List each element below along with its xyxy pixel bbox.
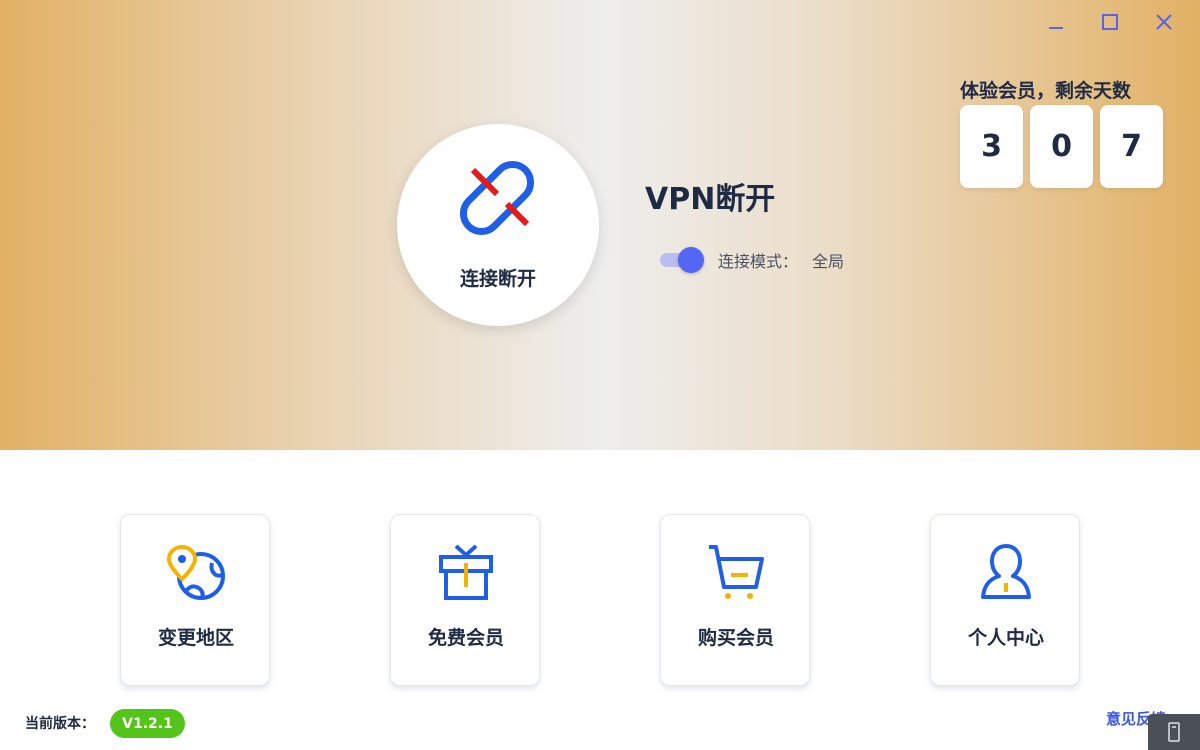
free-membership-label: 免费会员 [427,627,504,649]
trial-day-digit: 3 [960,105,1023,188]
shopping-cart-icon [709,545,764,599]
broken-link-icon [459,160,535,236]
device-icon [1168,722,1180,742]
maximize-button[interactable] [1094,8,1126,36]
trial-day-digit: 7 [1100,105,1163,188]
gift-icon [439,544,493,600]
trial-days-title: 体验会员，剩余天数 [960,80,1132,102]
corner-widget[interactable] [1148,714,1200,750]
connection-mode-label: 连接模式： [718,252,799,271]
buy-membership-card[interactable]: 购买会员 [660,514,810,686]
version-badge: V1.2.1 [110,709,185,738]
action-cards: 变更地区 免费会员 购买会员 个人中心 [120,514,1080,686]
window-controls [1040,8,1180,36]
buy-membership-label: 购买会员 [697,627,774,649]
minimize-button[interactable] [1040,8,1072,36]
close-icon [1156,14,1172,30]
connect-toggle-button[interactable]: 连接断开 [397,124,599,326]
close-button[interactable] [1148,8,1180,36]
change-region-card[interactable]: 变更地区 [120,514,270,686]
vpn-status-title: VPN断开 [645,182,776,217]
maximize-icon [1102,14,1118,30]
trial-day-digit: 0 [1030,105,1093,188]
minimize-icon [1049,27,1063,29]
globe-location-icon [166,544,225,600]
connect-button-label: 连接断开 [459,268,536,290]
toggle-knob [678,247,704,273]
connection-mode-toggle[interactable] [658,246,706,274]
personal-center-card[interactable]: 个人中心 [930,514,1080,686]
connection-mode-row: 连接模式： 全局 [658,246,844,274]
connection-mode-value: 全局 [812,252,845,271]
user-icon [981,544,1031,599]
change-region-label: 变更地区 [157,627,234,649]
hero-panel [0,0,1200,450]
personal-center-label: 个人中心 [967,627,1044,649]
trial-days-counter: 3 0 7 [960,105,1163,188]
free-membership-card[interactable]: 免费会员 [390,514,540,686]
version-label: 当前版本： [25,716,95,732]
